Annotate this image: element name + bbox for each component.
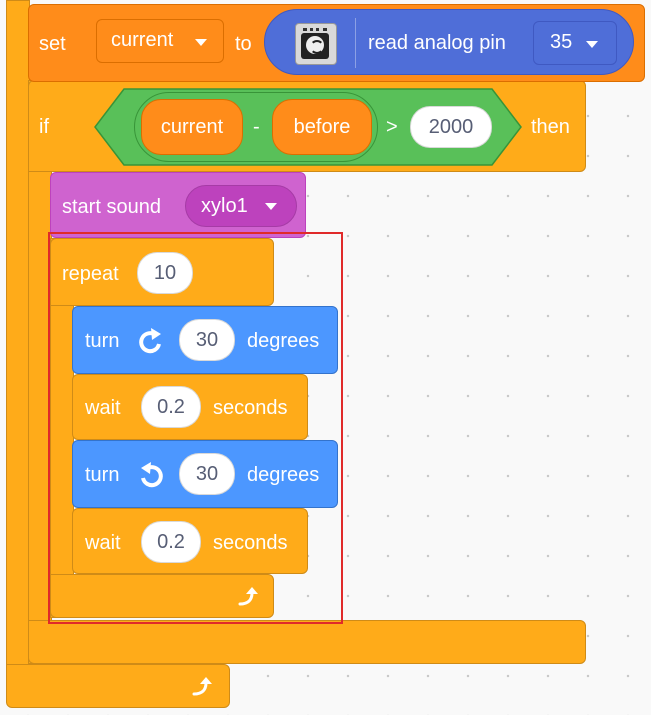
to-label: to xyxy=(235,33,252,55)
outer-loop-arm[interactable] xyxy=(6,0,30,700)
read-analog-pin-label: read analog pin xyxy=(368,32,506,54)
if-block-bottom[interactable] xyxy=(28,620,586,664)
chevron-down-icon xyxy=(586,41,598,48)
threshold-input[interactable]: 2000 xyxy=(410,106,492,148)
pin-dropdown[interactable]: 35 xyxy=(533,21,617,65)
start-sound-block[interactable]: start sound xylo1 xyxy=(50,172,306,238)
current-variable-reporter[interactable]: current xyxy=(141,99,243,155)
chevron-down-icon xyxy=(265,203,277,210)
variable-dropdown[interactable]: current xyxy=(96,19,224,63)
if-label: if xyxy=(39,116,49,138)
sound-dropdown[interactable]: xylo1 xyxy=(185,185,297,227)
reporter-divider xyxy=(355,18,356,68)
chevron-down-icon xyxy=(195,39,207,46)
sound-name: xylo1 xyxy=(201,195,248,217)
read-analog-pin-reporter[interactable]: read analog pin 35 xyxy=(264,9,634,75)
variable-name: current xyxy=(111,29,174,51)
set-label: set xyxy=(39,33,66,55)
pin-value: 35 xyxy=(550,31,573,53)
selection-highlight-box xyxy=(48,232,343,624)
greater-than-sign: > xyxy=(386,116,398,138)
minus-sign: - xyxy=(253,116,260,138)
before-variable-reporter[interactable]: before xyxy=(272,99,372,155)
repeat-arrow-icon xyxy=(192,677,212,696)
then-label: then xyxy=(531,116,570,138)
start-sound-label: start sound xyxy=(62,196,161,218)
esp32-chip-icon xyxy=(295,23,337,65)
